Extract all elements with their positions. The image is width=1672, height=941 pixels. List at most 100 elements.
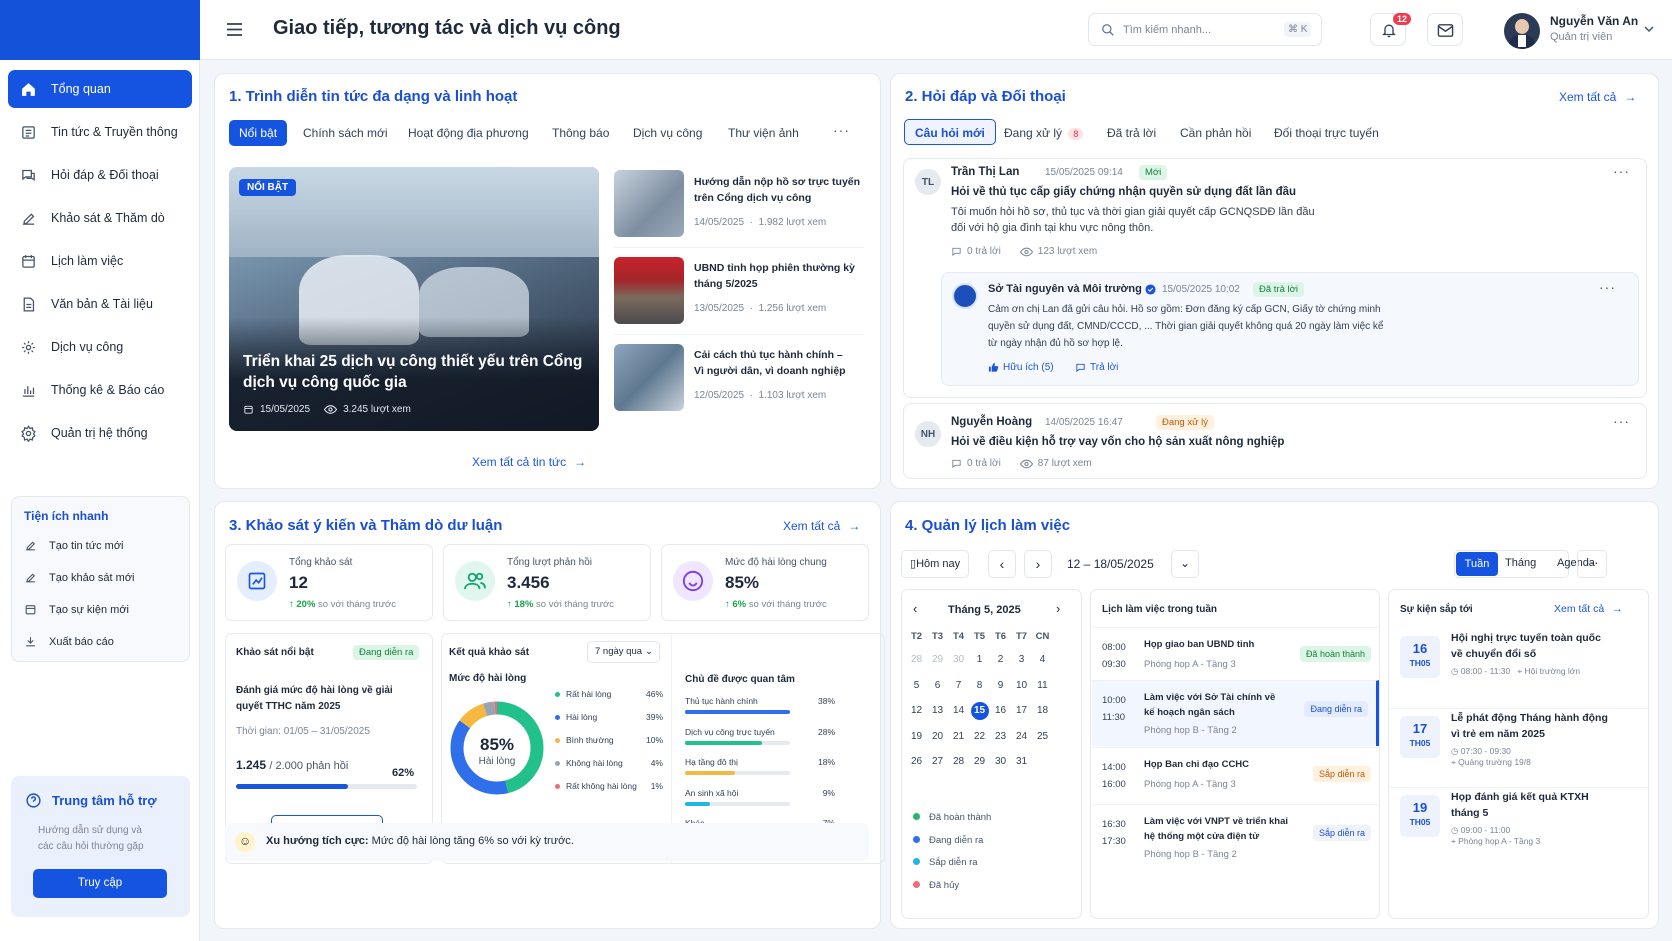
calendar-day[interactable]: 17 bbox=[1011, 698, 1032, 724]
support-access-button[interactable]: Truy cập bbox=[33, 869, 167, 898]
calendar-day[interactable]: 13 bbox=[927, 698, 948, 724]
search-box[interactable]: Tìm kiếm nhanh... ⌘ K bbox=[1088, 13, 1322, 46]
quick-action-new-event[interactable]: Tạo sự kiện mới bbox=[24, 603, 129, 616]
calendar-day[interactable]: 29 bbox=[969, 749, 990, 775]
view-month[interactable]: Tháng bbox=[1505, 557, 1536, 569]
sidebar-item-qa[interactable]: Hỏi đáp & Đối thoại bbox=[8, 156, 192, 194]
qa-see-all-link[interactable]: Xem tất cả → bbox=[1559, 90, 1636, 104]
calendar-day[interactable]: 10 bbox=[1011, 673, 1032, 699]
see-all-news-link[interactable]: Xem tất cả tin tức → bbox=[472, 455, 586, 469]
calendar-day[interactable]: 6 bbox=[927, 673, 948, 699]
schedule-more-button[interactable]: ··· bbox=[1577, 550, 1607, 578]
tab-processing[interactable]: Đang xử lý 8 bbox=[1004, 120, 1084, 146]
calendar-day[interactable]: 8 bbox=[969, 673, 990, 699]
useful-button[interactable]: Hữu ích (5) bbox=[988, 362, 1054, 373]
calendar-day[interactable]: 24 bbox=[1011, 724, 1032, 750]
news-list-item[interactable]: UBND tỉnh họp phiên thường kỳ tháng 5/20… bbox=[614, 257, 864, 335]
calendar-day[interactable]: 20 bbox=[927, 724, 948, 750]
calendar-next-month[interactable]: › bbox=[1056, 601, 1060, 616]
tab-public-service[interactable]: Dịch vụ công bbox=[633, 120, 702, 146]
mail-button[interactable] bbox=[1427, 13, 1463, 46]
featured-news-image[interactable]: NỔI BẬT Triển khai 25 dịch vụ công thiết… bbox=[229, 167, 599, 431]
calendar-day[interactable]: 19 bbox=[906, 724, 927, 750]
more-icon[interactable]: ··· bbox=[1613, 163, 1630, 179]
tab-online-dialogue[interactable]: Đối thoại trực tuyến bbox=[1274, 120, 1379, 146]
more-icon[interactable]: ··· bbox=[1599, 279, 1616, 295]
question-item[interactable]: NH Nguyễn Hoàng 14/05/2025 16:47 Đang xử… bbox=[903, 403, 1647, 479]
view-week[interactable]: Tuần bbox=[1456, 552, 1498, 576]
calendar-day[interactable]: 29 bbox=[927, 647, 948, 673]
quick-action-new-news[interactable]: Tạo tin tức mới bbox=[24, 539, 123, 552]
menu-icon[interactable] bbox=[226, 22, 243, 37]
upcoming-event[interactable]: 19 TH05 Họp đánh giá kết quả KTXH tháng 5 ◷ … bbox=[1389, 787, 1648, 859]
sidebar-item-stats[interactable]: Thống kê & Báo cáo bbox=[8, 371, 192, 409]
tab-announcements[interactable]: Thông báo bbox=[552, 120, 609, 146]
calendar-day[interactable]: 1 bbox=[969, 647, 990, 673]
calendar-day[interactable]: 16 bbox=[990, 698, 1011, 724]
calendar-day[interactable]: 5 bbox=[906, 673, 927, 699]
calendar-day[interactable]: 30 bbox=[990, 749, 1011, 775]
event-item[interactable]: 08:00 09:30 Họp giao ban UBND tỉnh Phòng họ… bbox=[1092, 627, 1379, 679]
prev-week-button[interactable]: ‹ bbox=[988, 550, 1016, 578]
calendar-day[interactable]: 3 bbox=[1011, 647, 1032, 673]
event-item[interactable]: 14:00 16:00 Họp Ban chỉ đạo CCHC Phòng họp … bbox=[1092, 747, 1379, 803]
calendar-day[interactable]: 25 bbox=[1032, 724, 1053, 750]
calendar-day[interactable]: 2 bbox=[990, 647, 1011, 673]
tab-new-questions[interactable]: Câu hỏi mới bbox=[904, 119, 996, 145]
calendar-day[interactable]: 23 bbox=[990, 724, 1011, 750]
sidebar-item-survey[interactable]: Khảo sát & Thăm dò bbox=[8, 199, 192, 237]
calendar-day[interactable] bbox=[1032, 749, 1053, 775]
calendar-day[interactable]: 28 bbox=[948, 749, 969, 775]
calendar-day[interactable]: 27 bbox=[927, 749, 948, 775]
calendar-day[interactable]: 26 bbox=[906, 749, 927, 775]
today-button[interactable]: ▯Hôm nay bbox=[901, 550, 970, 578]
reply-button[interactable]: Trả lời bbox=[1075, 362, 1118, 373]
upcoming-see-all-link[interactable]: Xem tất cả → bbox=[1554, 603, 1623, 615]
next-week-button[interactable]: › bbox=[1024, 550, 1052, 578]
calendar-day[interactable]: 21 bbox=[948, 724, 969, 750]
quick-action-export[interactable]: Xuất báo cáo bbox=[24, 635, 114, 648]
question-item[interactable]: TL Trần Thị Lan 15/05/2025 09:14 Mới ···… bbox=[903, 158, 1647, 398]
calendar-prev-month[interactable]: ‹ bbox=[913, 601, 917, 616]
news-list-item[interactable]: Cải cách thủ tục hành chính – Vì người d… bbox=[614, 344, 864, 422]
tab-featured[interactable]: Nổi bật bbox=[229, 120, 288, 146]
sidebar-item-calendar[interactable]: Lịch làm việc bbox=[8, 242, 192, 280]
avatar[interactable] bbox=[1504, 13, 1540, 49]
event-item[interactable]: 10:00 11:30 Làm việc với Sở Tài chính về kế… bbox=[1092, 680, 1379, 746]
more-icon[interactable]: ··· bbox=[1613, 413, 1630, 429]
calendar-day[interactable]: 4 bbox=[1032, 647, 1053, 673]
calendar-day[interactable]: 11 bbox=[1032, 673, 1053, 699]
survey-see-all-link[interactable]: Xem tất cả → bbox=[783, 519, 860, 533]
sidebar-item-overview[interactable]: Tổng quan bbox=[8, 70, 192, 108]
quick-action-label: Tạo tin tức mới bbox=[49, 539, 124, 552]
upcoming-event[interactable]: 16 TH05 Hội nghị trực tuyến toàn quốc về ch… bbox=[1389, 629, 1648, 701]
calendar-day[interactable]: 12 bbox=[906, 698, 927, 724]
tab-local-activities[interactable]: Hoạt động địa phương bbox=[408, 120, 529, 146]
upcoming-event[interactable]: 17 TH05 Lễ phát động Tháng hành động vì trẻ… bbox=[1389, 708, 1648, 780]
notification-button[interactable]: 12 bbox=[1370, 13, 1412, 46]
event-item[interactable]: 16:30 17:30 Làm việc với VNPT về triển kha… bbox=[1092, 804, 1379, 868]
tab-answered[interactable]: Đã trả lời bbox=[1107, 120, 1156, 146]
sidebar-item-news[interactable]: Tin tức & Truyền thông bbox=[8, 113, 192, 151]
calendar-day[interactable]: 22 bbox=[969, 724, 990, 750]
tab-need-response[interactable]: Cần phản hồi bbox=[1180, 120, 1251, 146]
calendar-day[interactable]: 18 bbox=[1032, 698, 1053, 724]
calendar-day[interactable]: 9 bbox=[990, 673, 1011, 699]
range-dropdown[interactable]: ⌄ bbox=[1171, 550, 1199, 578]
sidebar-item-public-service[interactable]: Dịch vụ công bbox=[8, 328, 192, 366]
sidebar-item-admin[interactable]: Quản trị hệ thống bbox=[8, 414, 192, 452]
tab-new-policy[interactable]: Chính sách mới bbox=[303, 120, 388, 146]
calendar-day[interactable]: 7 bbox=[948, 673, 969, 699]
calendar-day[interactable]: 14 bbox=[948, 698, 969, 724]
tab-photo-library[interactable]: Thư viện ảnh bbox=[728, 120, 799, 146]
range-select[interactable]: 7 ngày qua ⌄ bbox=[587, 641, 660, 663]
calendar-day[interactable]: 15 bbox=[969, 698, 990, 724]
more-icon[interactable]: ··· bbox=[833, 122, 850, 138]
chevron-down-icon[interactable] bbox=[1644, 26, 1654, 33]
calendar-day[interactable]: 30 bbox=[948, 647, 969, 673]
news-list-item[interactable]: Hướng dẫn nộp hồ sơ trực tuyến trên Cổng… bbox=[614, 170, 864, 248]
calendar-day[interactable]: 31 bbox=[1011, 749, 1032, 775]
quick-action-new-survey[interactable]: Tạo khảo sát mới bbox=[24, 571, 134, 584]
calendar-day[interactable]: 28 bbox=[906, 647, 927, 673]
sidebar-item-documents[interactable]: Văn bản & Tài liệu bbox=[8, 285, 192, 323]
